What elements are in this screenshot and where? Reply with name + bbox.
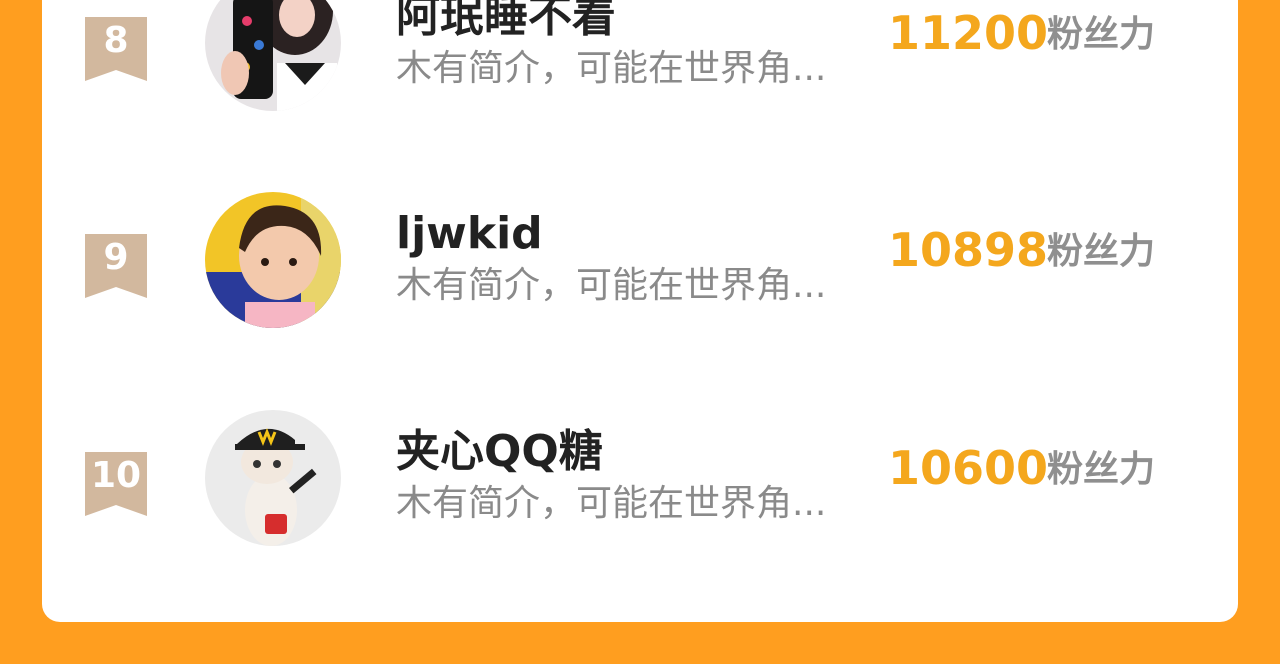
avatar[interactable] <box>205 0 341 111</box>
user-name[interactable]: 夹心QQ糖 <box>396 426 603 478</box>
ranking-row[interactable]: 10 夹心QQ糖 木有简介，可能在世界角... 10600 粉丝力 <box>42 410 1238 620</box>
fans-count: 11200 <box>888 6 1049 60</box>
ranking-row[interactable]: 8 阿珉睡不着 木有简介，可能在世界角... 11200 粉丝力 <box>42 0 1238 185</box>
rank-badge: 10 <box>85 452 147 516</box>
user-bio: 木有简介，可能在世界角... <box>396 265 827 306</box>
rank-number: 8 <box>103 20 129 61</box>
avatar[interactable] <box>205 410 341 546</box>
fans-count: 10600 <box>888 441 1049 495</box>
avatar-cat-mcdonalds-cap <box>205 410 341 546</box>
fans-label: 粉丝力 <box>1047 14 1156 55</box>
user-bio: 木有简介，可能在世界角... <box>396 48 827 89</box>
user-bio: 木有简介，可能在世界角... <box>396 483 827 524</box>
avatar[interactable] <box>205 192 341 328</box>
rank-number: 10 <box>90 455 142 496</box>
ranking-card: 8 阿珉睡不着 木有简介，可能在世界角... 11200 粉丝力 9 ljwki… <box>42 0 1238 622</box>
avatar-girl-selfie <box>205 0 341 111</box>
ranking-row[interactable]: 9 ljwkid 木有简介，可能在世界角... 10898 粉丝力 <box>42 192 1238 402</box>
rank-badge: 9 <box>85 234 147 298</box>
avatar-child-photo <box>205 192 341 328</box>
fans-count: 10898 <box>888 223 1049 277</box>
user-name[interactable]: 阿珉睡不着 <box>396 0 616 43</box>
fans-label: 粉丝力 <box>1047 449 1156 490</box>
rank-number: 9 <box>103 237 129 278</box>
user-name[interactable]: ljwkid <box>396 208 543 260</box>
fans-label: 粉丝力 <box>1047 231 1156 272</box>
rank-badge: 8 <box>85 17 147 81</box>
